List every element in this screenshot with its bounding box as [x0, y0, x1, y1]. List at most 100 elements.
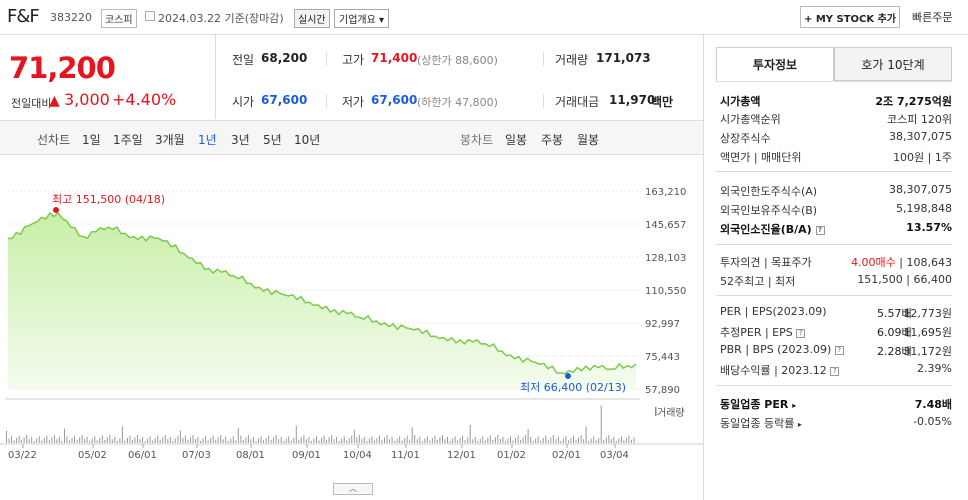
est-per-row: 추정PER | EPS ? 6.09배 11,695원: [720, 324, 952, 342]
volume-bar: [472, 439, 474, 443]
volume-bar: [429, 440, 431, 443]
volume-bar: [346, 440, 348, 443]
volume-bar: [510, 436, 511, 443]
lower-limit: (하한가 47,800): [417, 96, 498, 109]
volume-value: 171,073: [596, 51, 651, 65]
volume-bar: [172, 441, 174, 443]
foreign-ratio-text: 외국인소진율(B/A): [720, 223, 812, 236]
volume-bar: [56, 439, 58, 443]
volume-bar: [187, 439, 189, 443]
volume-bar: [114, 436, 116, 443]
volume-bar: [137, 435, 138, 443]
y-tick-label: 57,890: [645, 385, 680, 396]
help-icon[interactable]: ?: [815, 225, 825, 235]
volume-bar: [336, 436, 338, 443]
volume-bar: [79, 437, 81, 443]
tab-period-3y[interactable]: 3년: [231, 131, 250, 148]
volume-bar: [99, 438, 101, 443]
rank-value: 코스피 120위: [887, 113, 952, 126]
open-label: 시가: [232, 95, 255, 109]
tab-period-5y[interactable]: 5년: [263, 131, 282, 148]
volume-bar: [278, 439, 280, 443]
volume-bar: [379, 435, 380, 443]
tab-period-10y[interactable]: 10년: [294, 131, 320, 148]
tab-period-1y[interactable]: 1년: [198, 131, 217, 148]
tab-monthly[interactable]: 월봉: [577, 131, 599, 148]
industry-per-row: 동일업종 PER ▸ 7.48배: [720, 396, 952, 414]
volume-bar: [414, 435, 416, 443]
volume-bar: [41, 440, 43, 443]
volume-bar: [620, 436, 622, 443]
help-icon[interactable]: ?: [834, 345, 844, 355]
target-value: 108,643: [906, 256, 953, 269]
volume-bar: [6, 431, 7, 443]
divider: [716, 244, 952, 245]
volume-bar: [184, 435, 186, 443]
industry-change-text: 동일업종 등락률: [720, 417, 795, 430]
volume-bar: [381, 439, 383, 443]
company-info-dropdown[interactable]: 기업개요 ▾: [334, 9, 390, 28]
foreign-held-value: 5,198,848: [896, 202, 952, 215]
volume-bar: [474, 436, 476, 443]
change-amount: 3,000: [64, 90, 110, 109]
industry-per-text: 동일업종 PER: [720, 398, 789, 411]
add-my-stock-button[interactable]: + MY STOCK 추가: [800, 6, 900, 28]
volume-bar: [517, 435, 519, 443]
foreign-ratio-value: 13.57%: [906, 221, 952, 234]
tab-period-1w[interactable]: 1주일: [113, 131, 143, 148]
volume-bar: [396, 438, 398, 443]
volume-bar: [343, 436, 345, 443]
pbr-bps-text: PBR | BPS (2023.09): [720, 343, 832, 356]
volume-bar: [557, 436, 559, 443]
tab-investment-info[interactable]: 투자정보: [716, 47, 834, 81]
chevron-up-icon[interactable]: ︿: [333, 483, 373, 495]
volume-bar: [527, 429, 529, 443]
volume-bar: [101, 435, 103, 443]
volume-bar: [240, 435, 242, 443]
help-icon[interactable]: ?: [796, 328, 806, 338]
y-tick-label: 145,657: [645, 220, 686, 231]
company-name: F&F: [7, 6, 40, 27]
volume-bar: [220, 435, 222, 443]
volume-bar: [46, 435, 48, 443]
volume-bar: [404, 438, 406, 443]
company-info-label: 기업개요: [339, 15, 376, 26]
volume-bar: [603, 439, 605, 443]
price-chart[interactable]: 163,210 145,657 128,103 110,550 92,997 75,443…: [0, 155, 703, 500]
volume-bar: [331, 435, 333, 443]
volume-bar: [593, 436, 595, 443]
market-cap-rank-row: 시가총액순위 코스피 120위: [720, 111, 952, 129]
min-label: 최저 66,400 (02/13): [520, 381, 626, 394]
volume-bar: [633, 437, 635, 443]
tab-daily[interactable]: 일봉: [505, 131, 527, 148]
listed-shares-label: 상장주식수: [720, 132, 771, 145]
chevron-right-icon[interactable]: ▸: [792, 401, 796, 410]
volume-bar: [169, 436, 171, 443]
chevron-right-icon[interactable]: ▸: [798, 420, 802, 429]
volume-bar: [595, 440, 597, 443]
foreign-limit-label: 외국인한도주식수(A): [720, 185, 818, 198]
volume-bar: [368, 438, 370, 443]
divider: [716, 385, 952, 386]
volume-bar: [21, 439, 23, 443]
volume-bar: [177, 436, 179, 443]
volume-bar: [179, 430, 181, 443]
prev-close-label: 전일: [232, 53, 255, 67]
volume-bar: [394, 441, 396, 443]
x-tick-label: 08/01: [236, 450, 265, 461]
volume-bar: [575, 439, 577, 443]
volume-bar: [94, 436, 96, 443]
volume-bar: [467, 437, 469, 443]
help-icon[interactable]: ?: [830, 366, 840, 376]
volume-bar: [487, 438, 489, 443]
volume-bar: [358, 435, 360, 443]
tab-weekly[interactable]: 주봉: [541, 131, 563, 148]
realtime-button[interactable]: 실시간: [294, 9, 330, 28]
tab-period-1d[interactable]: 1일: [82, 131, 101, 148]
volume-bar: [434, 435, 436, 443]
quick-order-button[interactable]: 빠른주문: [912, 9, 952, 25]
tab-hoga-10[interactable]: 호가 10단계: [834, 47, 952, 81]
volume-bar: [391, 436, 393, 443]
tab-period-3m[interactable]: 3개월: [155, 131, 185, 148]
upper-limit: (상한가 88,600): [417, 54, 498, 67]
